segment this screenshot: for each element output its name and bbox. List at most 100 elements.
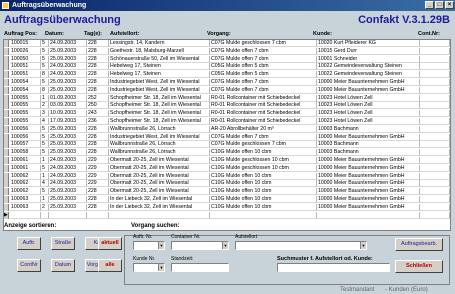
table-cell[interactable]: 10000 Meier Bauunternehmen GmbH xyxy=(317,180,420,188)
table-cell[interactable]: R0-01 Rollcontainer mit Schiebedeckel xyxy=(210,94,317,102)
table-cell[interactable]: 100055 xyxy=(10,110,41,118)
table-cell[interactable]: C10G Mulde offen 10 cbm xyxy=(210,180,317,188)
table-cell[interactable]: 1 xyxy=(41,157,49,164)
table-cell[interactable]: 25.09.2003 xyxy=(49,79,87,86)
table-cell[interactable]: Schönauerstraße 50, Zell im Wiesental xyxy=(109,55,210,63)
table-cell[interactable]: 01.09.2003 xyxy=(49,94,87,102)
table-row[interactable]: 100054 5 25.09.2003 228 Industriegebiet West… xyxy=(4,79,450,86)
table-cell[interactable]: Wallbrunnstraße 26, Lörrach xyxy=(109,125,210,133)
table-cell[interactable]: 17.09.2003 xyxy=(49,118,87,125)
table-row[interactable]: 100061 1 24.09.2003 229 Obermatt 20-25, Zell… xyxy=(4,157,450,164)
chevron-down-icon[interactable]: ▼ xyxy=(360,242,366,249)
table-cell[interactable]: 25.09.2003 xyxy=(49,141,87,149)
table-cell[interactable]: 1 xyxy=(41,196,49,203)
table-row[interactable]: 100051 8 24.09.2003 228 Hebelweg 17, Steinen… xyxy=(4,71,450,79)
table-cell[interactable]: C10G Mulde offen 10 cbm xyxy=(210,149,317,157)
table-cell[interactable]: 8 xyxy=(41,86,49,94)
table-cell[interactable]: 10023 Hotel Löwen Zell xyxy=(317,94,420,102)
table-cell[interactable]: 10023 Hotel Löwen Zell xyxy=(317,102,420,110)
table-cell[interactable]: 100055 xyxy=(10,94,41,102)
table-cell[interactable]: 100063 xyxy=(10,196,41,203)
table-cell[interactable]: 5 xyxy=(41,149,49,157)
table-cell[interactable]: 228 xyxy=(87,149,109,157)
table-cell[interactable] xyxy=(420,203,450,211)
table-cell[interactable]: 228 xyxy=(87,71,109,79)
table-cell[interactable]: C05G Mulde offen 5 cbm xyxy=(210,63,317,71)
row-selector[interactable] xyxy=(4,196,9,203)
container-nr-input[interactable]: ▼ xyxy=(171,241,229,250)
row-selector[interactable] xyxy=(4,164,9,172)
table-cell[interactable]: 24.09.2003 xyxy=(49,157,87,164)
table-cell[interactable] xyxy=(109,211,210,219)
close-icon[interactable]: × xyxy=(445,1,454,9)
table-cell[interactable]: 100054 xyxy=(10,79,41,86)
table-row[interactable]: 100055 3 10.09.2003 243 Schopfheimer Str. 18… xyxy=(4,110,450,118)
table-cell[interactable]: 100026 xyxy=(10,47,41,55)
table-cell[interactable]: 100058 xyxy=(10,149,41,157)
table-cell[interactable]: 24.09.2003 xyxy=(49,172,87,180)
table-cell[interactable]: 10023 Hotel Löwen Zell xyxy=(317,118,420,125)
table-cell[interactable]: Hebelweg 17, Steinen xyxy=(109,71,210,79)
row-selector[interactable] xyxy=(4,79,9,86)
table-cell[interactable] xyxy=(420,211,450,219)
table-cell[interactable] xyxy=(420,149,450,157)
table-cell[interactable]: 236 xyxy=(87,118,109,125)
table-cell[interactable]: 10000 Meier Bauunternehmen GmbH xyxy=(317,79,420,86)
table-cell[interactable]: Schopfheimer Str. 18, Zell im Wiesental xyxy=(109,94,210,102)
table-row[interactable]: 100063 1 25.09.2003 228 In der Liebeck 32, Z… xyxy=(4,196,450,203)
table-cell[interactable] xyxy=(420,86,450,94)
sort-auftr-button[interactable]: Auftr. xyxy=(17,237,41,250)
row-selector[interactable] xyxy=(4,86,9,94)
table-cell[interactable] xyxy=(210,211,317,219)
table-cell[interactable]: 10003 Bachmann xyxy=(317,141,420,149)
row-selector[interactable] xyxy=(4,141,9,149)
table-cell[interactable]: 252 xyxy=(87,94,109,102)
table-cell[interactable]: C07G Mulde geschlossen 7 cbm xyxy=(210,141,317,149)
table-cell[interactable] xyxy=(87,211,109,219)
kunde-nr-input[interactable]: ▼ xyxy=(133,263,165,272)
sort-strasse-button[interactable]: Straße xyxy=(51,237,75,250)
table-cell[interactable]: Schopfheimer Str. 18, Zell im Wiesental xyxy=(109,118,210,125)
table-cell[interactable]: Industriegebiet West, Zell im Wiesental xyxy=(109,86,210,94)
sort-datum-button[interactable]: Datum xyxy=(51,259,75,272)
auftr-nr-input[interactable]: ▼ xyxy=(133,241,165,250)
table-cell[interactable]: 10000 Meier Bauunternehmen GmbH xyxy=(317,86,420,94)
table-row[interactable]: 100015 5 24.09.2003 228 Lessingstr. 14, Kand… xyxy=(4,40,450,47)
close-button[interactable]: Schließen xyxy=(395,260,443,273)
standzeit-input[interactable] xyxy=(171,263,229,272)
table-cell[interactable]: 5 xyxy=(41,40,49,47)
table-cell[interactable]: Obermatt 20-25, Zell im Wiesental xyxy=(109,180,210,188)
sort-aktuell-button[interactable]: aktuell xyxy=(98,237,122,250)
row-selector[interactable] xyxy=(4,125,9,133)
table-row[interactable]: 100062 4 24.09.2003 229 Obermatt 20-25, Zell… xyxy=(4,180,450,188)
table-cell[interactable]: 5 xyxy=(41,133,49,141)
table-cell[interactable] xyxy=(420,180,450,188)
table-cell[interactable]: 100055 xyxy=(10,118,41,125)
table-cell[interactable] xyxy=(420,79,450,86)
minimize-icon[interactable]: _ xyxy=(425,1,434,9)
table-cell[interactable]: Wallbrunnstraße 26, Lörrach xyxy=(109,141,210,149)
table-cell[interactable]: 10003 Bachmann xyxy=(317,149,420,157)
table-cell[interactable]: Obermatt 20-25, Zell im Wiesental xyxy=(109,172,210,180)
table-cell[interactable]: C10G Mulde offen 10 cbm xyxy=(210,172,317,180)
table-cell[interactable]: 25.09.2003 xyxy=(49,86,87,94)
table-cell[interactable] xyxy=(420,102,450,110)
table-cell[interactable]: 8 xyxy=(41,71,49,79)
row-selector[interactable] xyxy=(4,63,9,71)
orders-table[interactable]: 100015 5 24.09.2003 228 Lessingstr. 14, Kand… xyxy=(3,39,451,231)
table-cell[interactable]: 100056 xyxy=(10,125,41,133)
table-cell[interactable]: 03.09.2003 xyxy=(49,102,87,110)
table-cell[interactable]: In der Liebeck 32, Zell im Wiesental xyxy=(109,196,210,203)
table-cell[interactable]: C07G Mulde offen 7 cbm xyxy=(210,47,317,55)
table-cell[interactable]: AR-20 Abrollbehälter 20 m³ xyxy=(210,125,317,133)
table-cell[interactable]: 5 xyxy=(41,125,49,133)
row-selector[interactable] xyxy=(4,149,9,157)
table-cell[interactable]: 228 xyxy=(87,86,109,94)
table-row[interactable]: 100026 5 25.09.2003 228 Goethestr. 18, Malsb… xyxy=(4,47,450,55)
table-cell[interactable]: R0-01 Rollcontainer mit Schiebedeckel xyxy=(210,118,317,125)
row-selector[interactable] xyxy=(4,71,9,79)
sort-contnr-button[interactable]: ContNr xyxy=(17,259,41,272)
table-cell[interactable] xyxy=(420,110,450,118)
table-cell[interactable]: 228 xyxy=(87,203,109,211)
table-cell[interactable]: 228 xyxy=(87,133,109,141)
